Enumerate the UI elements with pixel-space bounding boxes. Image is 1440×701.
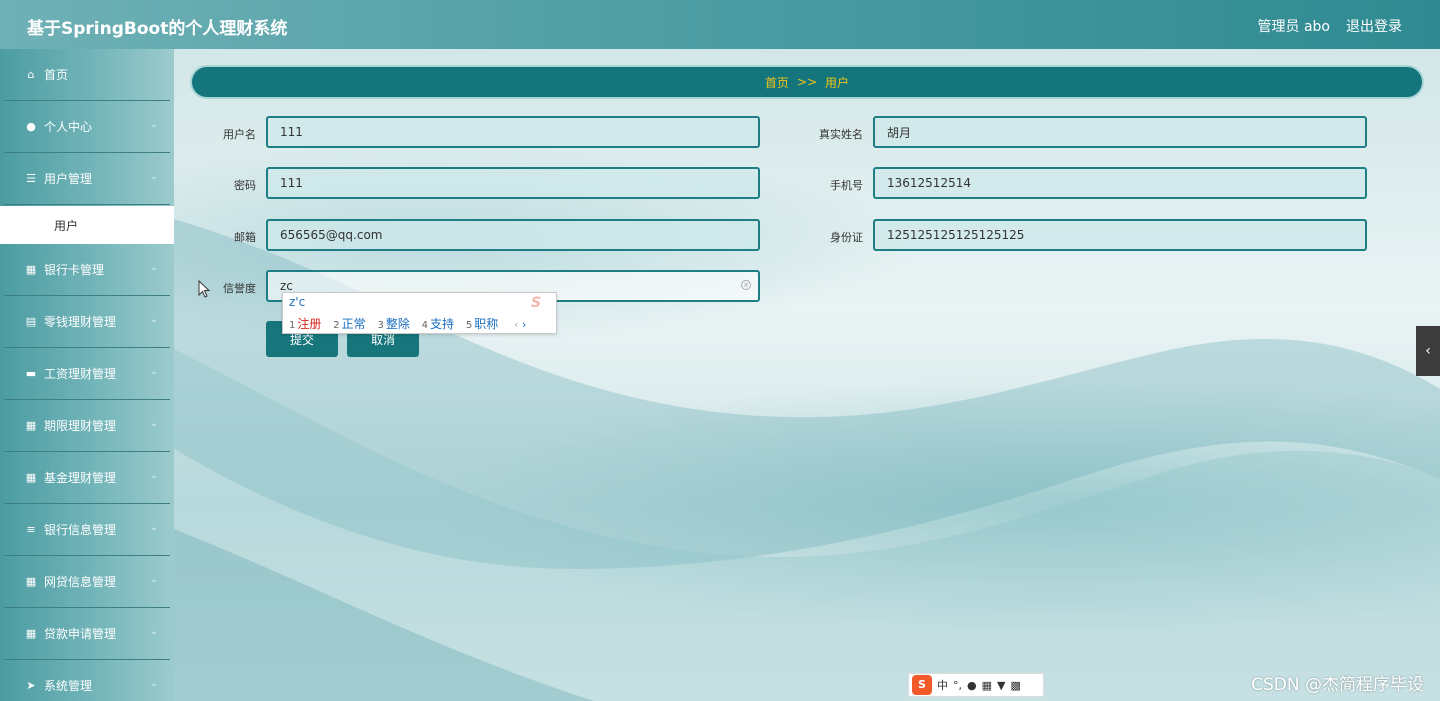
sidebar-item-label: 工资理财管理 xyxy=(44,367,117,381)
sidebar-item-label: 零钱理财管理 xyxy=(44,315,117,329)
ime-language[interactable]: 中 xyxy=(937,677,948,693)
sidebar-item-system[interactable]: ➤ 系统管理 ⌄ xyxy=(4,660,170,701)
username-label: 用户名 xyxy=(223,128,256,141)
sidebar-item-user-management[interactable]: ☰ 用户管理 ⌄ xyxy=(4,153,170,205)
chevron-down-icon: ⌄ xyxy=(149,366,158,377)
chevron-down-icon: ⌄ xyxy=(149,418,158,429)
mouse-cursor-icon xyxy=(198,280,211,298)
ime-candidate-popup: z'c S 1 注册 2 正常 3 整除 4 支持 5 职称 ‹ › xyxy=(282,292,557,334)
chevron-down-icon: ⌄ xyxy=(149,574,158,585)
sidebar-item-label: 期限理财管理 xyxy=(44,419,117,433)
ime-candidate[interactable]: 1 注册 xyxy=(289,317,321,331)
logout-link[interactable]: 退出登录 xyxy=(1346,16,1402,36)
chevron-down-icon: ⌄ xyxy=(149,522,158,533)
grid-icon: ▦ xyxy=(25,263,37,276)
toolbox-icon[interactable]: ▩ xyxy=(1010,679,1020,692)
realname-input[interactable] xyxy=(873,116,1367,148)
grid-icon: ▦ xyxy=(25,575,37,588)
breadcrumb-separator: >> xyxy=(796,75,818,89)
password-label: 密码 xyxy=(234,179,256,192)
clear-icon[interactable]: × xyxy=(741,280,751,290)
clipboard-icon: ▤ xyxy=(25,315,37,328)
email-label: 邮箱 xyxy=(234,231,256,244)
ime-pager[interactable]: ‹ › xyxy=(514,318,526,331)
sidebar-item-bank-card[interactable]: ▦ 银行卡管理 ⌄ xyxy=(4,244,170,296)
sidebar-item-label: 贷款申请管理 xyxy=(44,627,117,641)
app-title: 基于SpringBoot的个人理财系统 xyxy=(27,19,288,39)
sidebar-subitem-user[interactable]: 用户 xyxy=(0,206,174,244)
sidebar-item-label: 银行信息管理 xyxy=(44,523,117,537)
chevron-down-icon: ⌄ xyxy=(149,262,158,273)
ime-status-bar: S 中 °, ● ▦ ▼ ▩ xyxy=(908,673,1044,697)
chevron-down-icon: ⌄ xyxy=(149,626,158,637)
credit-label: 信誉度 xyxy=(223,282,256,295)
chevron-left-icon: ‹ xyxy=(1425,343,1431,359)
current-user: 管理员 abo xyxy=(1257,19,1330,35)
ime-candidate[interactable]: 5 职称 xyxy=(466,317,498,331)
sidebar-item-loan-application[interactable]: ▦ 贷款申请管理 ⌄ xyxy=(4,608,170,660)
chevron-down-icon: ⌄ xyxy=(149,678,158,689)
sogou-icon[interactable]: S xyxy=(912,675,932,695)
ime-candidate[interactable]: 3 整除 xyxy=(377,317,409,331)
watermark: CSDN @杰简程序毕设 xyxy=(1251,675,1424,695)
main-content: 首页 >> 用户 用户名 真实姓名 密码 手机号 邮箱 身份证 信誉度 × 提交… xyxy=(174,49,1440,701)
breadcrumb: 首页 >> 用户 xyxy=(190,65,1424,99)
sogou-logo-icon: S xyxy=(531,295,542,311)
chevron-down-icon: ⌄ xyxy=(149,470,158,481)
email-input[interactable] xyxy=(266,219,760,251)
sidebar-item-label: 首页 xyxy=(44,68,69,82)
idcard-label: 身份证 xyxy=(830,231,863,244)
ticket-icon: ▬ xyxy=(25,367,37,380)
ime-candidate[interactable]: 2 正常 xyxy=(333,317,365,331)
sidebar-item-home[interactable]: ⌂ 首页 xyxy=(4,49,170,101)
sidebar-item-change-finance[interactable]: ▤ 零钱理财管理 ⌄ xyxy=(4,296,170,348)
grid-icon: ▦ xyxy=(25,627,37,640)
ime-composition: z'c xyxy=(289,295,306,309)
keyboard-icon[interactable]: ▦ xyxy=(982,679,992,692)
sidebar-item-personal-center[interactable]: ● 个人中心 ⌄ xyxy=(4,101,170,153)
sliders-icon: ☰ xyxy=(26,172,36,185)
realname-label: 真实姓名 xyxy=(819,128,863,141)
phone-label: 手机号 xyxy=(830,179,863,192)
chevron-down-icon: ⌄ xyxy=(149,314,158,325)
sidebar-item-label: 用户管理 xyxy=(44,172,93,186)
list-icon: ≡ xyxy=(26,523,36,536)
breadcrumb-current: 用户 xyxy=(825,75,850,90)
idcard-input[interactable] xyxy=(873,219,1367,251)
punctuation-icon[interactable]: °, xyxy=(953,679,962,692)
home-icon: ⌂ xyxy=(27,68,35,81)
ime-candidates: 1 注册 2 正常 3 整除 4 支持 5 职称 ‹ › xyxy=(289,315,526,332)
collapse-panel-button[interactable]: ‹ xyxy=(1416,326,1440,376)
sidebar-item-salary-finance[interactable]: ▬ 工资理财管理 ⌄ xyxy=(4,348,170,400)
chevron-down-icon: ⌄ xyxy=(149,119,158,130)
ime-candidate[interactable]: 4 支持 xyxy=(422,317,454,331)
breadcrumb-home[interactable]: 首页 xyxy=(765,74,789,91)
sidebar-item-label: 基金理财管理 xyxy=(44,471,117,485)
sidebar: ⌂ 首页 ● 个人中心 ⌄ ☰ 用户管理 ⌄ 用户 ▦ 银行卡管理 ⌄ ▤ 零钱… xyxy=(0,49,174,701)
username-input[interactable] xyxy=(266,116,760,148)
top-bar: 基于SpringBoot的个人理财系统 管理员 abo 退出登录 xyxy=(0,0,1440,50)
skin-icon[interactable]: ▼ xyxy=(997,679,1005,692)
grid-icon: ▦ xyxy=(25,471,37,484)
sidebar-item-label: 系统管理 xyxy=(44,679,93,693)
sidebar-item-label: 银行卡管理 xyxy=(44,263,105,277)
sidebar-item-fund-finance[interactable]: ▦ 基金理财管理 ⌄ xyxy=(4,452,170,504)
microphone-icon[interactable]: ● xyxy=(967,679,977,692)
phone-input[interactable] xyxy=(873,167,1367,199)
sidebar-item-p2p-info[interactable]: ▦ 网贷信息管理 ⌄ xyxy=(4,556,170,608)
user-icon: ● xyxy=(26,120,36,133)
grid-icon: ▦ xyxy=(25,419,37,432)
password-input[interactable] xyxy=(266,167,760,199)
sidebar-item-bank-info[interactable]: ≡ 银行信息管理 ⌄ xyxy=(4,504,170,556)
sidebar-item-label: 网贷信息管理 xyxy=(44,575,117,589)
send-icon: ➤ xyxy=(26,679,36,692)
chevron-down-icon: ⌄ xyxy=(149,171,158,182)
sidebar-item-label: 个人中心 xyxy=(44,120,93,134)
sidebar-item-term-finance[interactable]: ▦ 期限理财管理 ⌄ xyxy=(4,400,170,452)
